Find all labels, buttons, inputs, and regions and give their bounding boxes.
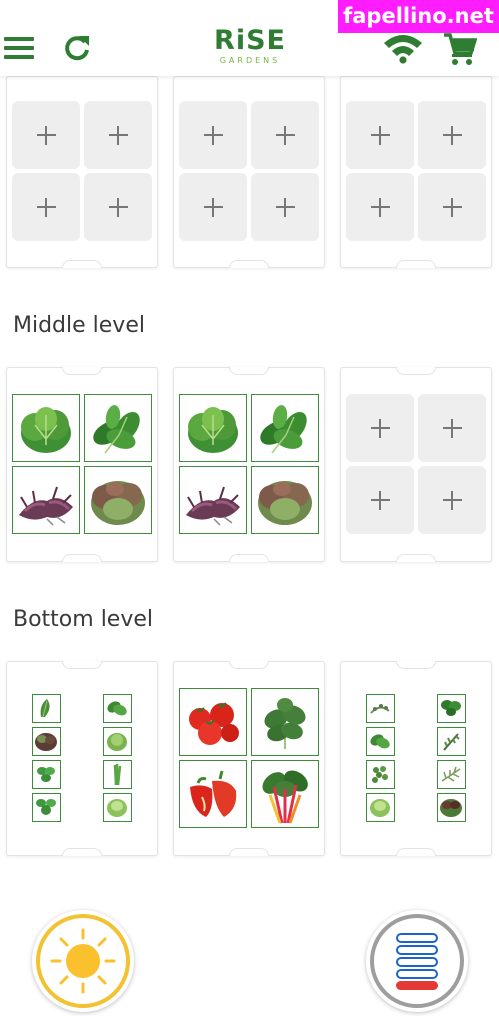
plant-red-pepper[interactable]: [179, 760, 247, 828]
plant-red-mustard[interactable]: [179, 466, 247, 534]
add-plant-button[interactable]: [346, 466, 414, 534]
add-plant-button[interactable]: [346, 101, 414, 169]
cart-icon[interactable]: [443, 32, 477, 66]
plant-chive[interactable]: [103, 760, 132, 789]
plant-swiss-chard[interactable]: [251, 760, 319, 828]
red-leaf-lettuce-icon: [91, 481, 145, 525]
plant-oregano[interactable]: [366, 760, 395, 789]
plant-rosemary[interactable]: [437, 727, 466, 756]
add-plant-button[interactable]: [251, 101, 319, 169]
plant-green-lettuce[interactable]: [103, 727, 132, 756]
middle-tray-1: [6, 367, 158, 562]
water-level-icon: [370, 914, 464, 1008]
plant-arugula[interactable]: [32, 694, 61, 723]
logo-main-text: RiSE: [214, 25, 286, 56]
add-plant-button[interactable]: [179, 101, 247, 169]
watermark: fapellino.net: [338, 0, 499, 33]
plant-mint[interactable]: [32, 793, 61, 822]
logo-sub-text: GARDENS: [219, 56, 281, 65]
butter-lettuce-icon: [188, 407, 238, 453]
rise-gardens-logo: RiSE GARDENS: [214, 26, 286, 66]
plant-basil[interactable]: [366, 727, 395, 756]
wifi-icon: [384, 35, 422, 64]
plant-dill[interactable]: [437, 760, 466, 789]
top-tray-3: [340, 76, 492, 268]
plant-spinach[interactable]: [251, 394, 319, 462]
middle-level-label: Middle level: [13, 313, 145, 338]
plant-red-mustard[interactable]: [12, 466, 80, 534]
top-tray-2: [173, 76, 325, 268]
butter-lettuce-icon: [21, 407, 71, 453]
plant-butter-lettuce[interactable]: [12, 394, 80, 462]
bottom-tray-2: [173, 661, 325, 856]
plant-red-lettuce[interactable]: [32, 727, 61, 756]
water-level-button[interactable]: [366, 910, 468, 1012]
add-plant-button[interactable]: [418, 101, 486, 169]
plant-basil[interactable]: [103, 694, 132, 723]
add-plant-button[interactable]: [12, 173, 80, 241]
red-leaf-lettuce-icon: [258, 481, 312, 525]
tomato-icon: [189, 702, 239, 745]
plant-spinach[interactable]: [84, 394, 152, 462]
bottom-tray-3: [340, 661, 492, 856]
red-pepper-icon: [190, 770, 237, 817]
plant-parsley[interactable]: [437, 694, 466, 723]
light-control-button[interactable]: [32, 910, 134, 1012]
add-plant-button[interactable]: [418, 173, 486, 241]
bottom-level-label: Bottom level: [13, 607, 154, 632]
add-plant-button[interactable]: [346, 394, 414, 462]
plant-kale[interactable]: [251, 688, 319, 756]
add-plant-button[interactable]: [346, 173, 414, 241]
sun-icon: [36, 914, 130, 1008]
swiss-chard-icon: [262, 770, 308, 824]
add-plant-button[interactable]: [84, 101, 152, 169]
add-plant-button[interactable]: [84, 173, 152, 241]
refresh-icon[interactable]: [62, 33, 92, 63]
plant-lettuce[interactable]: [366, 793, 395, 822]
plant-mint[interactable]: [32, 760, 61, 789]
add-plant-button[interactable]: [251, 173, 319, 241]
spinach-icon: [93, 405, 140, 454]
plant-red-lettuce[interactable]: [437, 793, 466, 822]
plant-red-leaf-lettuce[interactable]: [251, 466, 319, 534]
middle-tray-2: [173, 367, 325, 562]
add-plant-button[interactable]: [179, 173, 247, 241]
middle-tray-3: [340, 367, 492, 562]
plant-red-leaf-lettuce[interactable]: [84, 466, 152, 534]
plant-tomato[interactable]: [179, 688, 247, 756]
add-plant-button[interactable]: [418, 466, 486, 534]
add-plant-button[interactable]: [418, 394, 486, 462]
spinach-icon: [260, 405, 307, 454]
bottom-tray-1: [6, 661, 158, 856]
red-mustard-icon: [186, 486, 240, 526]
kale-icon: [264, 698, 306, 749]
red-mustard-icon: [19, 486, 73, 526]
top-tray-1: [6, 76, 158, 268]
add-plant-button[interactable]: [12, 101, 80, 169]
menu-icon[interactable]: [4, 37, 34, 59]
plant-butterhead[interactable]: [103, 793, 132, 822]
plant-butter-lettuce[interactable]: [179, 394, 247, 462]
plant-thyme[interactable]: [366, 694, 395, 723]
